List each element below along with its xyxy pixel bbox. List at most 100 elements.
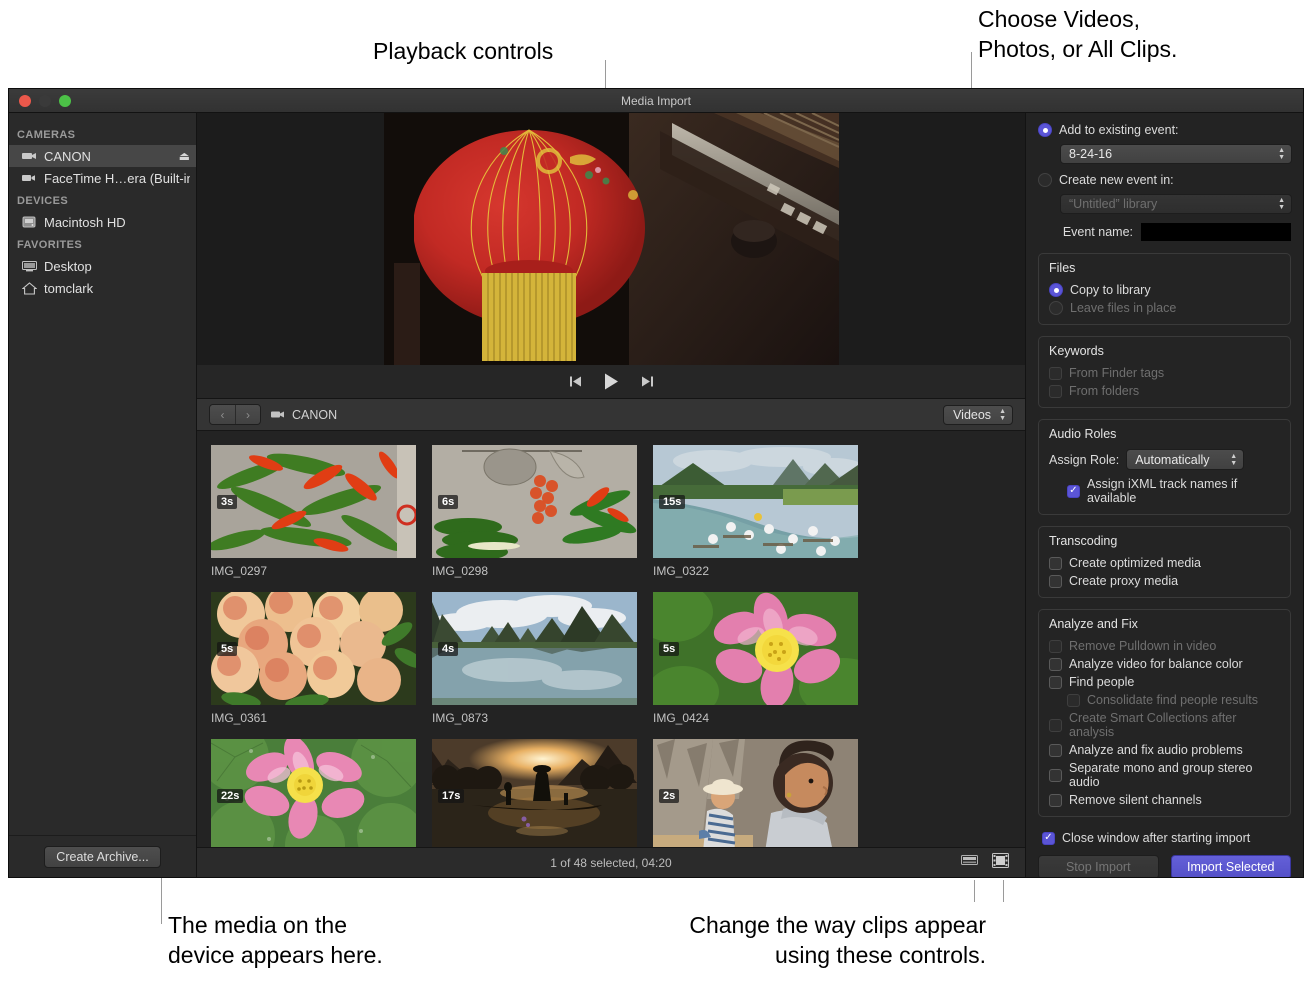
clip-thumbnail[interactable]: 5s bbox=[211, 592, 416, 705]
event-name-label: Event name: bbox=[1063, 225, 1133, 239]
smart-collections-row[interactable]: Create Smart Collections after analysis bbox=[1049, 711, 1280, 739]
existing-event-value: 8-24-16 bbox=[1069, 147, 1278, 161]
from-finder-tags-checkbox[interactable] bbox=[1049, 367, 1062, 380]
media-filter-popup[interactable]: Videos ▲▼ bbox=[943, 405, 1013, 425]
clip-thumbnail[interactable]: 5s bbox=[653, 592, 858, 705]
sidebar-item-facetime[interactable]: FaceTime H…era (Built-in) bbox=[9, 167, 196, 189]
silent-channels-row[interactable]: Remove silent channels bbox=[1049, 793, 1280, 807]
view-mode-controls[interactable] bbox=[961, 853, 1025, 873]
proxy-media-row[interactable]: Create proxy media bbox=[1049, 574, 1280, 588]
copy-to-library-row[interactable]: Copy to library bbox=[1049, 283, 1280, 297]
stop-import-button[interactable]: Stop Import bbox=[1038, 855, 1159, 878]
clip-thumbnail[interactable]: 4s bbox=[432, 592, 637, 705]
from-folders-checkbox[interactable] bbox=[1049, 385, 1062, 398]
create-proxy-media-checkbox[interactable] bbox=[1049, 575, 1062, 588]
clip-item[interactable]: 5s IMG_0361 bbox=[211, 592, 416, 725]
add-to-existing-event-row[interactable]: Add to existing event: bbox=[1038, 123, 1291, 137]
nav-segmented-control[interactable]: ‹ › bbox=[209, 404, 261, 425]
files-group: Files Copy to library Leave files in pla… bbox=[1038, 253, 1291, 325]
callout-media-appears-here: The media on the device appears here. bbox=[168, 910, 383, 970]
files-title: Files bbox=[1049, 261, 1280, 275]
filmstrip-view-icon[interactable] bbox=[992, 853, 1009, 873]
sidebar-scroll: CAMERAS CANON ⏏ FaceTime H…era (Built-in… bbox=[9, 113, 196, 835]
clip-thumbnail[interactable]: 17s bbox=[432, 739, 637, 847]
sidebar-item-tomclark[interactable]: tomclark bbox=[9, 277, 196, 299]
leave-files-radio[interactable] bbox=[1049, 301, 1063, 315]
create-archive-button[interactable]: Create Archive... bbox=[44, 846, 160, 868]
audio-problems-row[interactable]: Analyze and fix audio problems bbox=[1049, 743, 1280, 757]
find-people-checkbox[interactable] bbox=[1049, 676, 1062, 689]
from-finder-tags-row[interactable]: From Finder tags bbox=[1049, 366, 1280, 380]
clip-thumbnail[interactable]: 22s bbox=[211, 739, 416, 847]
camera-icon bbox=[271, 408, 285, 422]
clip-item[interactable]: 15s IMG_0322 bbox=[653, 445, 858, 578]
separate-mono-checkbox[interactable] bbox=[1049, 769, 1062, 782]
sidebar-item-macintosh-hd[interactable]: Macintosh HD bbox=[9, 211, 196, 233]
clip-name: IMG_0298 bbox=[432, 564, 637, 578]
go-to-end-icon[interactable] bbox=[641, 375, 654, 388]
assign-role-select[interactable]: Automatically ▲▼ bbox=[1126, 449, 1244, 470]
separate-mono-row[interactable]: Separate mono and group stereo audio bbox=[1049, 761, 1280, 789]
assign-role-row[interactable]: Assign Role: Automatically ▲▼ bbox=[1049, 449, 1280, 470]
sidebar-item-canon[interactable]: CANON ⏏ bbox=[9, 145, 196, 167]
balance-color-row[interactable]: Analyze video for balance color bbox=[1049, 657, 1280, 671]
find-people-row[interactable]: Find people bbox=[1049, 675, 1280, 689]
clip-thumbnail[interactable]: 2s bbox=[653, 739, 858, 847]
import-options-inspector: Add to existing event: 8-24-16 ▲▼ Create… bbox=[1025, 113, 1303, 877]
clip-item[interactable]: 4s IMG_0873 bbox=[432, 592, 637, 725]
balance-color-checkbox[interactable] bbox=[1049, 658, 1062, 671]
clip-item[interactable]: 2s IMG_0829 bbox=[653, 739, 858, 847]
sidebar-item-label: Desktop bbox=[44, 259, 190, 274]
clip-thumbnail[interactable]: 15s bbox=[653, 445, 858, 558]
create-new-event-row[interactable]: Create new event in: bbox=[1038, 173, 1291, 187]
leave-files-row[interactable]: Leave files in place bbox=[1049, 301, 1280, 315]
clip-duration-badge: 6s bbox=[438, 495, 458, 509]
clip-item[interactable]: 5s IMG_0424 bbox=[653, 592, 858, 725]
clip-item[interactable]: 6s IMG_0298 bbox=[432, 445, 637, 578]
from-folders-label: From folders bbox=[1069, 384, 1139, 398]
silent-channels-checkbox[interactable] bbox=[1049, 794, 1062, 807]
clip-item[interactable]: 17s IMG_0730 bbox=[432, 739, 637, 847]
consolidate-row[interactable]: Consolidate find people results bbox=[1067, 693, 1280, 707]
remove-pulldown-checkbox[interactable] bbox=[1049, 640, 1062, 653]
back-button[interactable]: ‹ bbox=[210, 405, 235, 424]
media-browser-grid[interactable]: 3s IMG_0297 bbox=[197, 431, 1025, 847]
close-window-checkbox[interactable]: ✓ bbox=[1042, 832, 1055, 845]
smart-collections-checkbox[interactable] bbox=[1049, 719, 1062, 732]
create-optimized-media-checkbox[interactable] bbox=[1049, 557, 1062, 570]
ixml-checkbox[interactable]: ✓ bbox=[1067, 485, 1080, 498]
clip-thumbnail[interactable]: 3s bbox=[211, 445, 416, 558]
clip-item[interactable]: 3s IMG_0297 bbox=[211, 445, 416, 578]
analyze-title: Analyze and Fix bbox=[1049, 617, 1280, 631]
preview-viewer bbox=[197, 113, 1025, 365]
go-to-start-icon[interactable] bbox=[569, 375, 582, 388]
clip-thumbnail[interactable]: 6s bbox=[432, 445, 637, 558]
analyze-and-fix-group: Analyze and Fix Remove Pulldown in video… bbox=[1038, 609, 1291, 817]
from-folders-row[interactable]: From folders bbox=[1049, 384, 1280, 398]
clip-item[interactable]: 22s IMG_0453 bbox=[211, 739, 416, 847]
event-name-field[interactable] bbox=[1141, 223, 1291, 241]
close-window-row[interactable]: ✓ Close window after starting import bbox=[1042, 831, 1291, 845]
remove-pulldown-row[interactable]: Remove Pulldown in video bbox=[1049, 639, 1280, 653]
optimized-media-row[interactable]: Create optimized media bbox=[1049, 556, 1280, 570]
audio-problems-checkbox[interactable] bbox=[1049, 744, 1062, 757]
from-finder-tags-label: From Finder tags bbox=[1069, 366, 1164, 380]
breadcrumb[interactable]: CANON bbox=[271, 408, 337, 422]
existing-event-select[interactable]: 8-24-16 ▲▼ bbox=[1060, 144, 1292, 164]
copy-to-library-radio[interactable] bbox=[1049, 283, 1063, 297]
forward-button[interactable]: › bbox=[235, 405, 260, 424]
create-proxy-media-label: Create proxy media bbox=[1069, 574, 1178, 588]
add-to-existing-radio[interactable] bbox=[1038, 123, 1052, 137]
play-icon[interactable] bbox=[604, 373, 619, 390]
list-view-icon[interactable] bbox=[961, 853, 978, 873]
chevron-updown-icon: ▲▼ bbox=[999, 408, 1006, 422]
library-select[interactable]: “Untitled” library ▲▼ bbox=[1060, 194, 1292, 214]
breadcrumb-label: CANON bbox=[292, 408, 337, 422]
audio-problems-label: Analyze and fix audio problems bbox=[1069, 743, 1243, 757]
sidebar-item-desktop[interactable]: Desktop bbox=[9, 255, 196, 277]
eject-icon[interactable]: ⏏ bbox=[179, 149, 190, 163]
create-new-event-radio[interactable] bbox=[1038, 173, 1052, 187]
consolidate-checkbox[interactable] bbox=[1067, 694, 1080, 707]
ixml-row[interactable]: ✓ Assign iXML track names if available bbox=[1067, 477, 1280, 505]
import-selected-button[interactable]: Import Selected bbox=[1171, 855, 1292, 878]
